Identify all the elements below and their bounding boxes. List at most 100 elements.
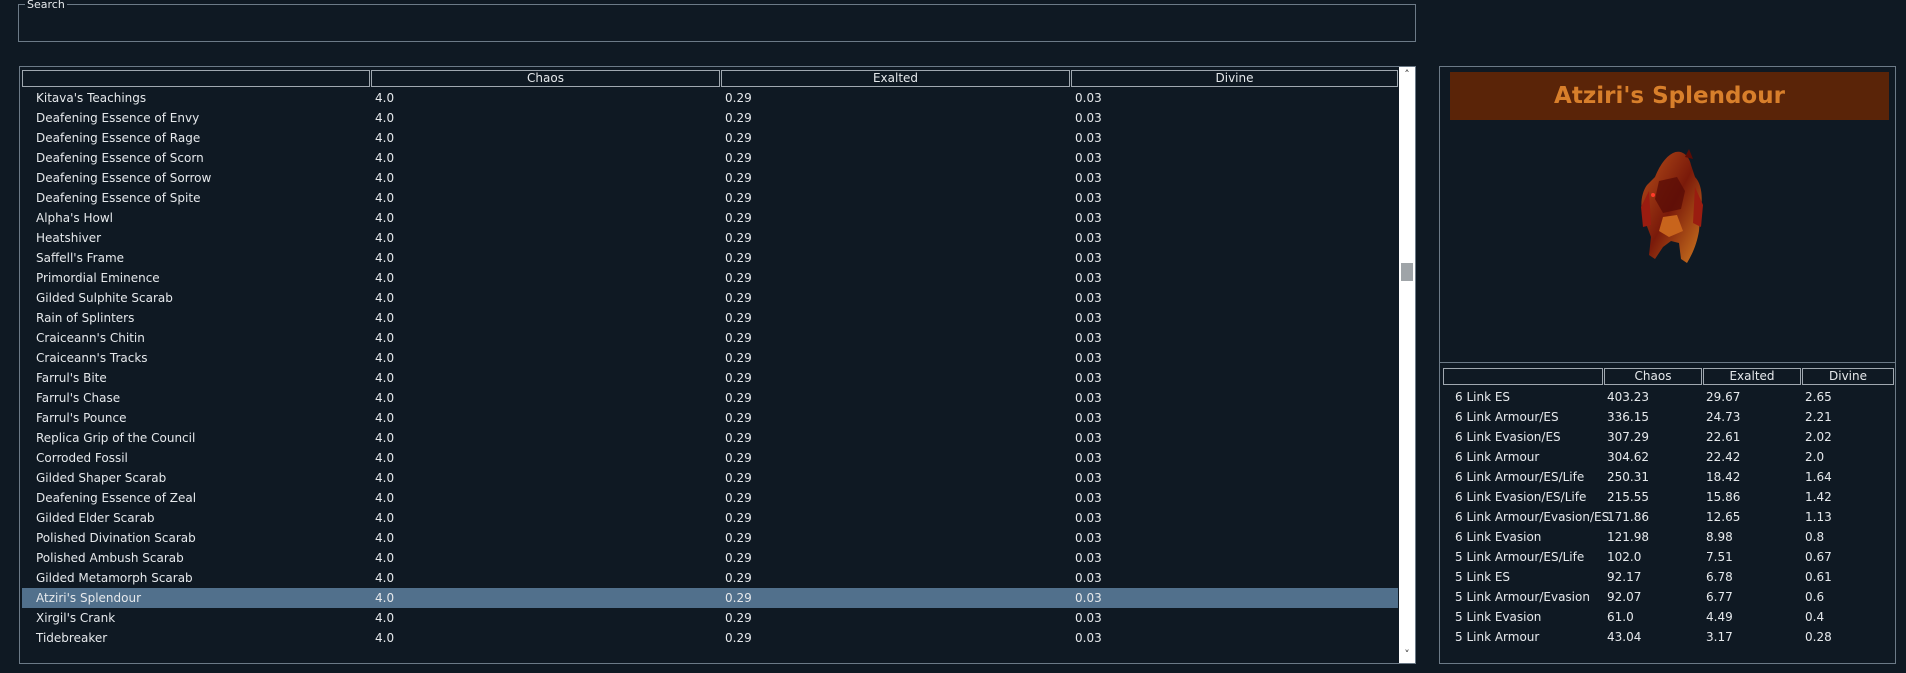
scroll-up-arrow-icon[interactable]: ˄: [1399, 67, 1415, 83]
table-row[interactable]: Alpha's Howl 4.0 0.29 0.03: [22, 208, 1398, 228]
detail-row-exalted: 6.77: [1706, 590, 1733, 604]
row-name: Craiceann's Chitin: [36, 331, 145, 345]
detail-row[interactable]: 6 Link Armour/ES/Life 250.31 18.42 1.64: [1443, 467, 1894, 487]
table-row[interactable]: Deafening Essence of Envy 4.0 0.29 0.03: [22, 108, 1398, 128]
table-row[interactable]: Replica Grip of the Council 4.0 0.29 0.03: [22, 428, 1398, 448]
header-name[interactable]: [22, 70, 370, 87]
row-chaos: 4.0: [375, 291, 395, 305]
row-exalted: 0.29: [725, 151, 752, 165]
detail-row-name: 5 Link ES: [1455, 570, 1511, 584]
row-name: Gilded Sulphite Scarab: [36, 291, 173, 305]
table-row[interactable]: Tidebreaker 4.0 0.29 0.03: [22, 628, 1398, 648]
detail-row-divine: 2.02: [1805, 430, 1832, 444]
scroll-down-arrow-icon[interactable]: ˅: [1399, 647, 1415, 663]
row-chaos: 4.0: [375, 91, 395, 105]
row-chaos: 4.0: [375, 351, 395, 365]
table-row[interactable]: Deafening Essence of Zeal 4.0 0.29 0.03: [22, 488, 1398, 508]
table-row[interactable]: Polished Ambush Scarab 4.0 0.29 0.03: [22, 548, 1398, 568]
search-input[interactable]: [23, 15, 1411, 39]
detail-row-exalted: 3.17: [1706, 630, 1733, 644]
detail-header-exalted[interactable]: Exalted: [1703, 368, 1801, 385]
detail-row-exalted: 24.73: [1706, 410, 1741, 424]
row-divine: 0.03: [1075, 571, 1102, 585]
detail-row[interactable]: 6 Link Evasion/ES 307.29 22.61 2.02: [1443, 427, 1894, 447]
table-row[interactable]: Polished Divination Scarab 4.0 0.29 0.03: [22, 528, 1398, 548]
row-exalted: 0.29: [725, 591, 752, 605]
detail-row[interactable]: 6 Link Evasion/ES/Life 215.55 15.86 1.42: [1443, 487, 1894, 507]
row-exalted: 0.29: [725, 91, 752, 105]
detail-header-divine[interactable]: Divine: [1802, 368, 1894, 385]
detail-row[interactable]: 6 Link Armour/ES 336.15 24.73 2.21: [1443, 407, 1894, 427]
row-divine: 0.03: [1075, 511, 1102, 525]
detail-row[interactable]: 5 Link Armour 43.04 3.17 0.28: [1443, 627, 1894, 647]
table-row[interactable]: Farrul's Chase 4.0 0.29 0.03: [22, 388, 1398, 408]
table-row[interactable]: Deafening Essence of Rage 4.0 0.29 0.03: [22, 128, 1398, 148]
vertical-scrollbar[interactable]: ˄ ˅: [1399, 67, 1415, 663]
table-row[interactable]: Gilded Elder Scarab 4.0 0.29 0.03: [22, 508, 1398, 528]
row-exalted: 0.29: [725, 371, 752, 385]
row-exalted: 0.29: [725, 471, 752, 485]
row-chaos: 4.0: [375, 311, 395, 325]
detail-row[interactable]: 6 Link ES 403.23 29.67 2.65: [1443, 387, 1894, 407]
table-row[interactable]: Xirgil's Crank 4.0 0.29 0.03: [22, 608, 1398, 628]
table-row[interactable]: Deafening Essence of Sorrow 4.0 0.29 0.03: [22, 168, 1398, 188]
detail-row[interactable]: 6 Link Armour/Evasion/ES 171.86 12.65 1.13: [1443, 507, 1894, 527]
row-exalted: 0.29: [725, 351, 752, 365]
table-row[interactable]: Farrul's Pounce 4.0 0.29 0.03: [22, 408, 1398, 428]
detail-row[interactable]: 5 Link Armour/Evasion 92.07 6.77 0.6: [1443, 587, 1894, 607]
detail-row[interactable]: 5 Link ES 92.17 6.78 0.61: [1443, 567, 1894, 587]
detail-row-divine: 0.4: [1805, 610, 1825, 624]
scroll-thumb[interactable]: [1401, 263, 1413, 281]
row-chaos: 4.0: [375, 371, 395, 385]
row-exalted: 0.29: [725, 231, 752, 245]
detail-header-chaos[interactable]: Chaos: [1604, 368, 1702, 385]
table-row[interactable]: Craiceann's Tracks 4.0 0.29 0.03: [22, 348, 1398, 368]
item-price-table[interactable]: Chaos Exalted Divine Kitava's Teachings 4…: [19, 66, 1416, 664]
detail-row[interactable]: 5 Link Evasion 61.0 4.49 0.4: [1443, 607, 1894, 627]
row-chaos: 4.0: [375, 471, 395, 485]
table-row[interactable]: Kitava's Teachings 4.0 0.29 0.03: [22, 88, 1398, 108]
header-divine[interactable]: Divine: [1071, 70, 1398, 87]
row-chaos: 4.0: [375, 331, 395, 345]
header-exalted[interactable]: Exalted: [721, 70, 1070, 87]
table-row[interactable]: Saffell's Frame 4.0 0.29 0.03: [22, 248, 1398, 268]
detail-row[interactable]: 6 Link Armour 304.62 22.42 2.0: [1443, 447, 1894, 467]
row-chaos: 4.0: [375, 431, 395, 445]
row-exalted: 0.29: [725, 211, 752, 225]
table-row[interactable]: Gilded Shaper Scarab 4.0 0.29 0.03: [22, 468, 1398, 488]
detail-row-chaos: 403.23: [1607, 390, 1649, 404]
row-divine: 0.03: [1075, 211, 1102, 225]
row-chaos: 4.0: [375, 111, 395, 125]
table-row[interactable]: Rain of Splinters 4.0 0.29 0.03: [22, 308, 1398, 328]
detail-row-divine: 0.28: [1805, 630, 1832, 644]
detail-header-name[interactable]: [1443, 368, 1603, 385]
row-name: Polished Divination Scarab: [36, 531, 196, 545]
header-chaos[interactable]: Chaos: [371, 70, 720, 87]
row-divine: 0.03: [1075, 251, 1102, 265]
table-row[interactable]: Gilded Sulphite Scarab 4.0 0.29 0.03: [22, 288, 1398, 308]
detail-row[interactable]: 5 Link Armour/ES/Life 102.0 7.51 0.67: [1443, 547, 1894, 567]
item-detail-panel: Atziri's Splendour Chaos Exalted Divine …: [1439, 66, 1896, 664]
detail-row-name: 6 Link Evasion/ES/Life: [1455, 490, 1587, 504]
row-name: Heatshiver: [36, 231, 102, 245]
table-row[interactable]: Heatshiver 4.0 0.29 0.03: [22, 228, 1398, 248]
table-row[interactable]: Gilded Metamorph Scarab 4.0 0.29 0.03: [22, 568, 1398, 588]
table-row[interactable]: Primordial Eminence 4.0 0.29 0.03: [22, 268, 1398, 288]
detail-row-name: 6 Link Evasion/ES: [1455, 430, 1561, 444]
row-exalted: 0.29: [725, 171, 752, 185]
detail-row-chaos: 215.55: [1607, 490, 1649, 504]
row-chaos: 4.0: [375, 271, 395, 285]
table-row[interactable]: Corroded Fossil 4.0 0.29 0.03: [22, 448, 1398, 468]
row-divine: 0.03: [1075, 191, 1102, 205]
table-row-selected[interactable]: Atziri's Splendour 4.0 0.29 0.03: [22, 588, 1398, 608]
table-row[interactable]: Farrul's Bite 4.0 0.29 0.03: [22, 368, 1398, 388]
row-exalted: 0.29: [725, 311, 752, 325]
table-row[interactable]: Deafening Essence of Scorn 4.0 0.29 0.03: [22, 148, 1398, 168]
row-chaos: 4.0: [375, 451, 395, 465]
detail-row[interactable]: 6 Link Evasion 121.98 8.98 0.8: [1443, 527, 1894, 547]
table-row[interactable]: Deafening Essence of Spite 4.0 0.29 0.03: [22, 188, 1398, 208]
row-exalted: 0.29: [725, 551, 752, 565]
table-row[interactable]: Craiceann's Chitin 4.0 0.29 0.03: [22, 328, 1398, 348]
detail-row-exalted: 22.61: [1706, 430, 1741, 444]
row-exalted: 0.29: [725, 331, 752, 345]
